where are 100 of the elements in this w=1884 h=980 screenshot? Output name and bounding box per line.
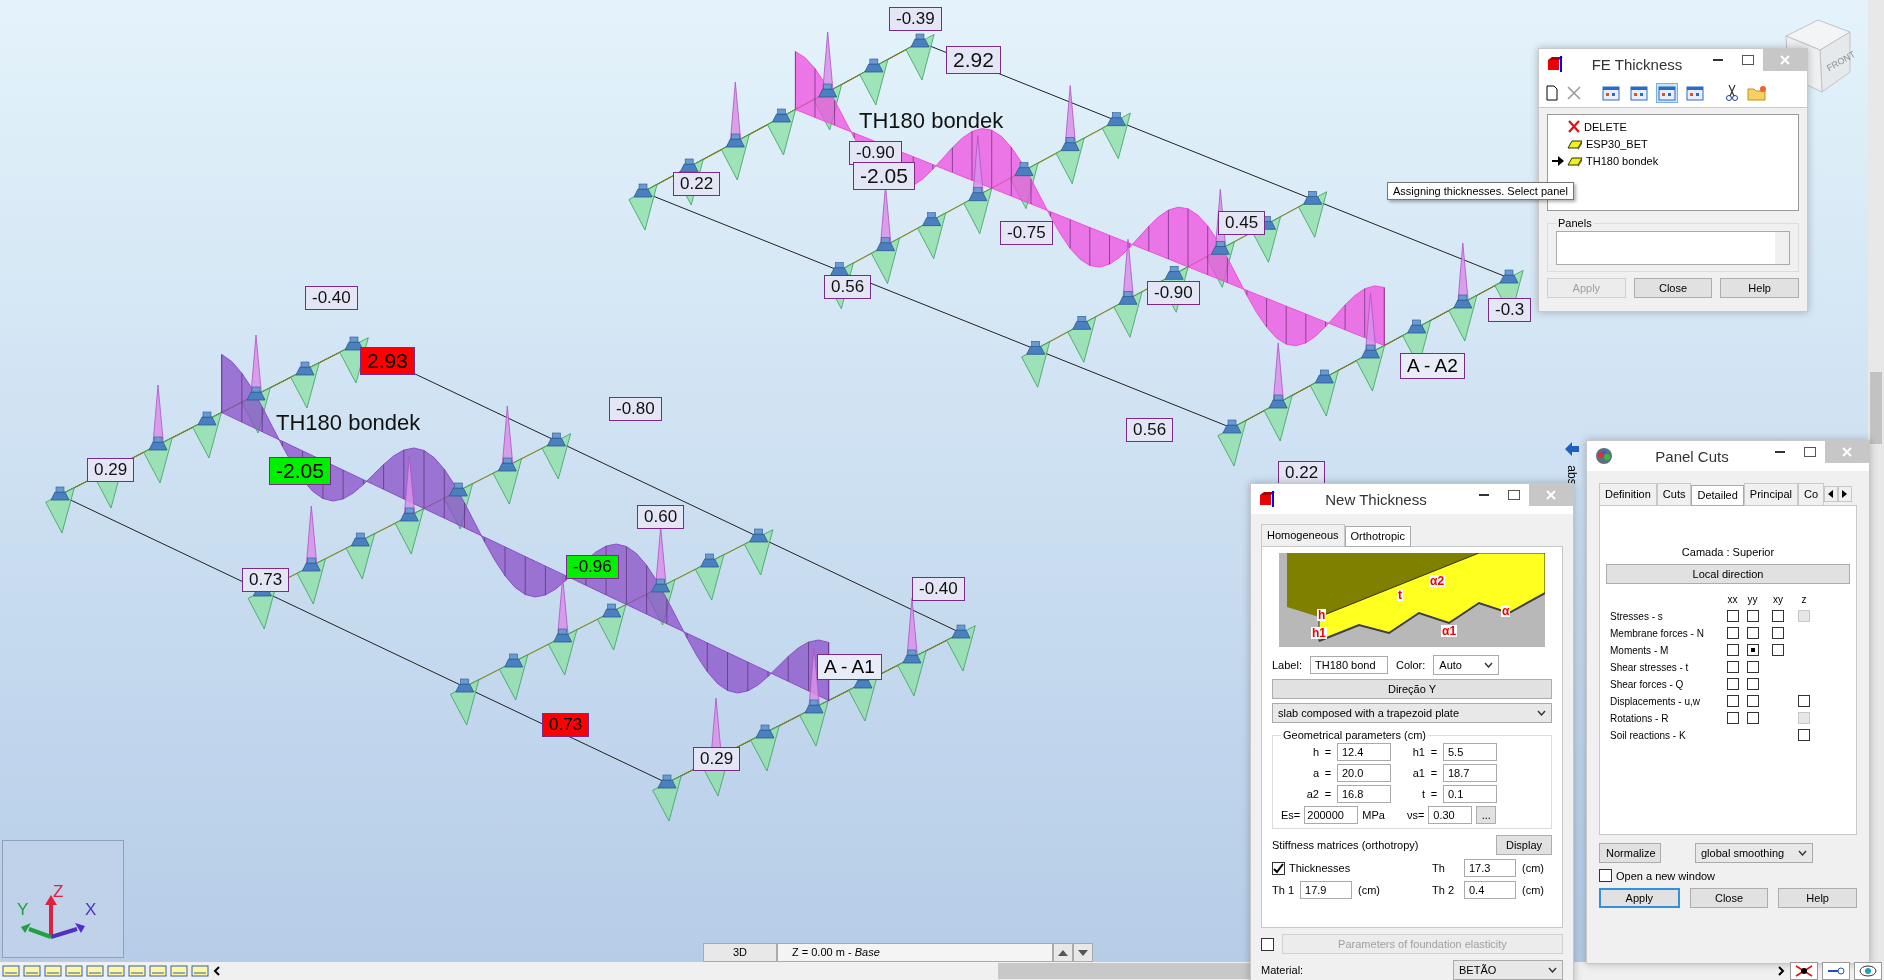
checkbox[interactable] <box>1746 695 1759 707</box>
panels-field[interactable] <box>1556 231 1790 265</box>
checkbox[interactable] <box>1726 627 1739 639</box>
checkbox[interactable] <box>1272 861 1285 875</box>
thickness-list-item[interactable]: ESP30_BET <box>1552 135 1794 152</box>
row-label: Membrane forces - N <box>1610 627 1705 639</box>
smoothing-dropdown[interactable]: global smoothing <box>1695 843 1813 863</box>
plate-type-dropdown[interactable]: slab composed with a trapezoid plate <box>1272 703 1552 723</box>
unit-label: (cm) <box>1522 884 1545 896</box>
material-dropdown[interactable]: BETÃO <box>1453 960 1563 980</box>
checkbox-label: Thicknesses <box>1289 862 1351 874</box>
value-label: -0.90 <box>849 141 902 165</box>
label-field[interactable]: TH180 bond <box>1310 656 1388 674</box>
more-button[interactable]: ... <box>1476 806 1497 824</box>
thickness-list-item[interactable]: TH180 bondek <box>1552 152 1794 169</box>
parameter-label: Es= <box>1281 809 1301 821</box>
thickness-field[interactable]: 0.4 <box>1464 881 1516 899</box>
equals-label: = <box>1429 767 1439 779</box>
parameter-field[interactable]: 5.5 <box>1443 743 1497 761</box>
value-label: 0.22 <box>1278 461 1326 485</box>
dimension-label: α <box>1501 605 1511 617</box>
globe-icon <box>1595 447 1613 465</box>
color-dropdown[interactable]: Auto <box>1433 655 1500 675</box>
checkbox[interactable] <box>1772 627 1784 639</box>
tab[interactable]: Principal <box>1743 483 1799 505</box>
normalize-button[interactable]: Normalize <box>1599 843 1661 863</box>
checkbox[interactable] <box>1726 644 1739 656</box>
thickness-field[interactable]: 17.3 <box>1464 859 1516 877</box>
dialog-button[interactable]: Help <box>1778 888 1857 908</box>
checkbox[interactable] <box>1726 678 1739 690</box>
tab[interactable]: Definition <box>1599 483 1657 505</box>
unit-label: MPa <box>1362 809 1385 821</box>
layout-icon[interactable] <box>1601 84 1621 102</box>
column-header: yy <box>1746 594 1759 605</box>
checkbox[interactable] <box>1746 627 1759 639</box>
view-mode-field[interactable]: 3D <box>703 943 777 962</box>
display-button[interactable]: Display <box>1496 835 1552 855</box>
checkbox[interactable] <box>1798 695 1810 707</box>
slab-icon <box>1567 137 1583 150</box>
poisson-field[interactable]: 0.30 <box>1428 806 1473 824</box>
value-label: -0.96 <box>566 555 619 579</box>
value-label: 2.93 <box>360 347 415 375</box>
delete-icon[interactable] <box>1567 86 1581 100</box>
parameter-field[interactable]: 0.1 <box>1443 785 1497 803</box>
checkbox[interactable] <box>1726 712 1739 724</box>
thickness-list-item[interactable]: DELETE <box>1552 118 1794 135</box>
parameter-field[interactable]: 16.8 <box>1337 785 1391 803</box>
local-direction-button[interactable]: Local direction <box>1606 564 1850 584</box>
checkbox[interactable] <box>1746 610 1759 622</box>
row-label: Soil reactions - K <box>1610 729 1687 741</box>
tab[interactable]: Detailed <box>1691 485 1744 506</box>
parameter-field[interactable]: 20.0 <box>1337 764 1391 782</box>
parameter-label: a2 <box>1305 788 1319 800</box>
checkbox[interactable] <box>1746 678 1759 690</box>
level-field[interactable]: Z = 0.00 m - Base <box>777 943 1053 962</box>
tab[interactable]: Co <box>1798 483 1825 505</box>
dialog-button[interactable]: Close <box>1689 888 1769 908</box>
dialog-button[interactable]: Close <box>1633 278 1713 298</box>
panel-name-label: TH180 bondek <box>859 108 1004 134</box>
chevron-down-icon <box>1798 850 1807 856</box>
toolbar-icon[interactable] <box>1822 962 1850 980</box>
checkbox[interactable] <box>1798 729 1810 741</box>
checkbox[interactable] <box>1746 661 1759 673</box>
group-label: Geometrical parameters (cm) <box>1282 729 1428 741</box>
field-label: Color: <box>1396 659 1426 671</box>
checkbox[interactable] <box>1746 644 1759 656</box>
arrow-icon[interactable] <box>1565 442 1579 456</box>
checkbox[interactable] <box>1726 695 1739 707</box>
dialog-button[interactable]: Help <box>1720 278 1799 298</box>
parameter-field[interactable]: 12.4 <box>1337 743 1391 761</box>
scissors-icon[interactable] <box>1725 84 1739 102</box>
tab[interactable]: Homogeneous <box>1261 524 1345 546</box>
layout-icon[interactable] <box>1657 84 1677 102</box>
checkbox[interactable] <box>1726 661 1739 673</box>
tab[interactable]: Cuts <box>1656 483 1692 505</box>
layout-icon[interactable] <box>1685 84 1705 102</box>
value-label: 0.73 <box>242 568 290 592</box>
modulus-field[interactable]: 200000 <box>1304 806 1359 824</box>
parameter-label: Th 2 <box>1432 884 1455 896</box>
new-document-icon[interactable] <box>1545 85 1559 101</box>
vertical-scrollbar[interactable] <box>1868 0 1884 962</box>
layout-icon[interactable] <box>1629 84 1649 102</box>
eye-icon[interactable] <box>1854 962 1882 980</box>
checkbox[interactable] <box>1726 610 1739 622</box>
checkbox[interactable] <box>1746 712 1759 724</box>
value-label: -2.05 <box>853 162 915 190</box>
thickness-icon <box>1547 56 1565 72</box>
tab-scroll-right-icon[interactable] <box>1838 486 1853 502</box>
checkbox[interactable] <box>1772 610 1784 622</box>
tab-scroll-left-icon[interactable] <box>1824 486 1839 502</box>
dialog-button[interactable]: Apply <box>1599 888 1680 908</box>
equals-label: = <box>1429 788 1439 800</box>
parameter-field[interactable]: 18.7 <box>1443 764 1497 782</box>
direction-button[interactable]: Direção Y <box>1272 679 1552 699</box>
tab[interactable]: Orthotropic <box>1344 526 1411 547</box>
thickness-field[interactable]: 17.9 <box>1300 881 1352 899</box>
checkbox[interactable] <box>1772 644 1784 656</box>
toolbar-icon[interactable] <box>1790 962 1818 980</box>
folder-icon[interactable] <box>1747 85 1767 101</box>
checkbox[interactable] <box>1599 869 1612 882</box>
